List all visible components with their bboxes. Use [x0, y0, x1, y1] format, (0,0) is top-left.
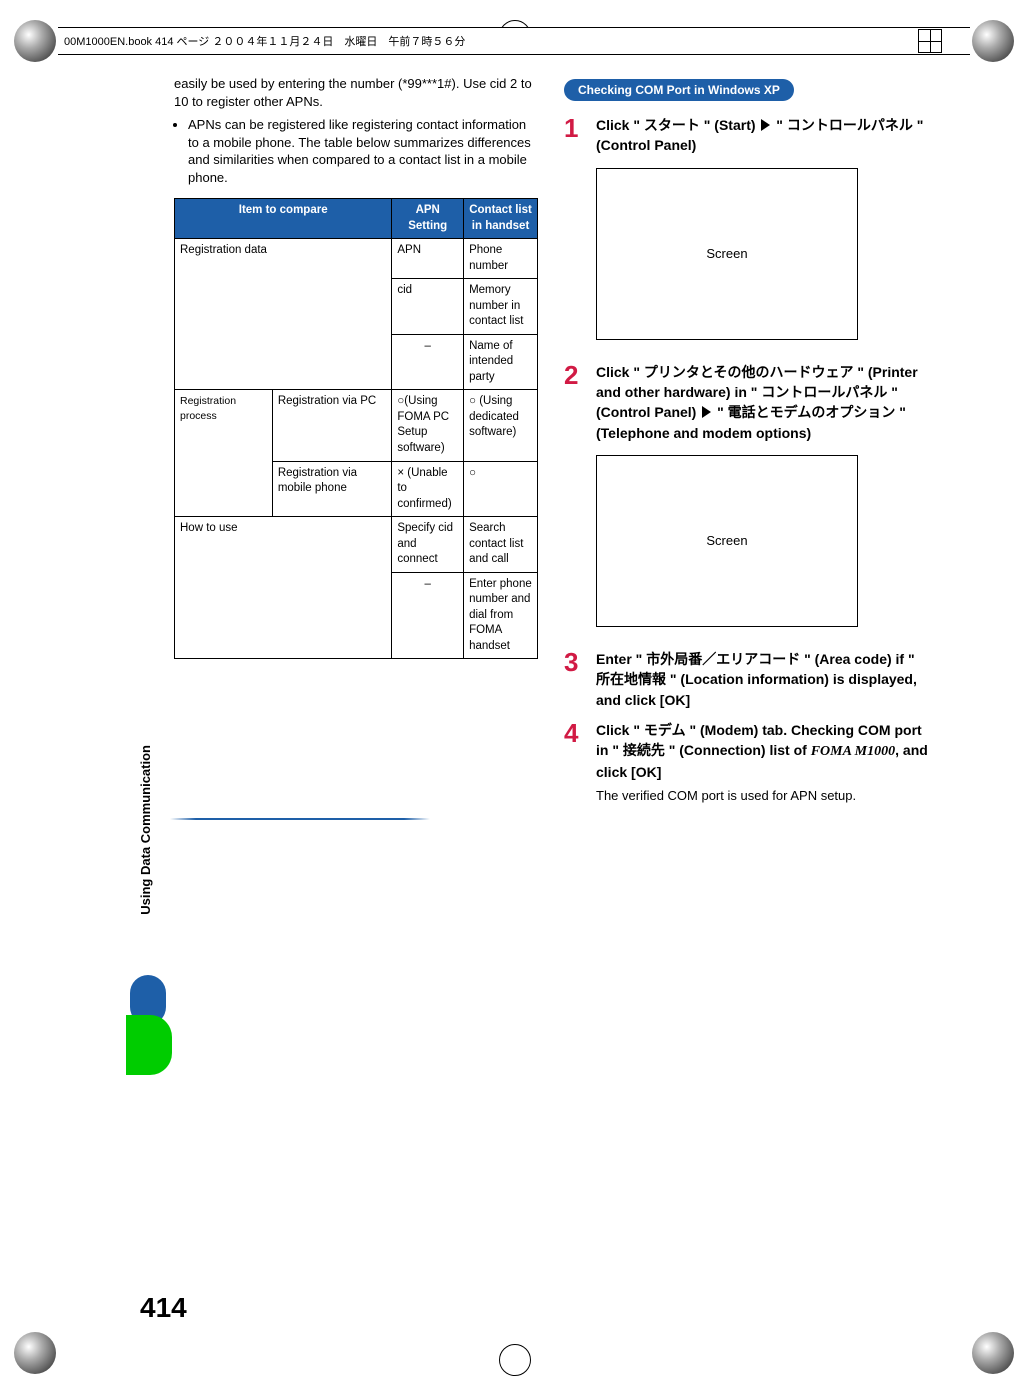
crop-ball-bottom-left	[14, 1332, 56, 1374]
page-number: 414	[140, 1292, 187, 1324]
intro-bullet: APNs can be registered like registering …	[188, 116, 538, 186]
td-r6-apn: –	[392, 572, 464, 659]
crop-ball-top-left	[14, 20, 56, 62]
step4-number: 4	[564, 720, 586, 804]
td-r3-contact: Name of intended party	[464, 334, 538, 390]
step3-text: Enter " 市外局番／エリアコード " (Area code) if " 所…	[596, 649, 928, 710]
td-r3-apn: –	[392, 334, 464, 390]
step4-foma: FOMA M1000	[811, 744, 895, 759]
step3-number: 3	[564, 649, 586, 710]
th-apn: APN Setting	[392, 199, 464, 239]
td-r1-apn: APN	[392, 239, 464, 279]
crop-ball-top-right	[972, 20, 1014, 62]
section-title: Checking COM Port in Windows XP	[564, 79, 794, 101]
td-r4a-sub: Registration via PC	[272, 390, 392, 461]
step4-note: The verified COM port is used for APN se…	[596, 787, 928, 805]
section-divider-line	[170, 818, 430, 820]
th-contact: Contact list in handset	[464, 199, 538, 239]
step4-text: Click " モデム " (Modem) tab. Checking COM …	[596, 720, 928, 783]
th-item: Item to compare	[175, 199, 392, 239]
screen-label-2: Screen	[706, 532, 747, 550]
header-register-mark	[918, 29, 942, 53]
side-pill-green	[126, 1015, 172, 1075]
td-r2-contact: Memory number in contact list	[464, 279, 538, 335]
step1-number: 1	[564, 115, 586, 156]
step2-text: Click " プリンタとその他のハードウェア " (Printer and o…	[596, 362, 928, 443]
header-text: 00M1000EN.book 414 ページ ２００４年１１月２４日 水曜日 午…	[64, 33, 465, 49]
screenshot-placeholder-1: Screen	[596, 168, 858, 340]
td-r4a-contact: ○ (Using dedicated software)	[464, 390, 538, 461]
td-r4b-sub: Registration via mobile phone	[272, 461, 392, 517]
side-section-label: Using Data Communication	[138, 745, 153, 915]
td-regdata: Registration data	[175, 239, 392, 390]
intro-paragraph: easily be used by entering the number (*…	[174, 75, 538, 110]
step1-pre: Click " スタート " (Start)	[596, 117, 759, 133]
page-content: easily be used by entering the number (*…	[100, 75, 928, 1334]
td-r2-apn: cid	[392, 279, 464, 335]
header-bar: 00M1000EN.book 414 ページ ２００４年１１月２４日 水曜日 午…	[58, 27, 970, 55]
arrow-icon	[702, 406, 711, 418]
arrow-icon	[761, 119, 770, 131]
crop-ball-bottom-right	[972, 1332, 1014, 1374]
screenshot-placeholder-2: Screen	[596, 455, 858, 627]
td-howtouse: How to use	[175, 517, 392, 659]
td-r5-contact: Search contact list and call	[464, 517, 538, 573]
side-label-text: Using Data Communication	[138, 745, 153, 915]
td-r4b-apn: × (Unable to confirmed)	[392, 461, 464, 517]
td-r5-apn: Specify cid and connect	[392, 517, 464, 573]
step2-number: 2	[564, 362, 586, 443]
td-r4b-contact: ○	[464, 461, 538, 517]
td-r1-contact: Phone number	[464, 239, 538, 279]
step1-text: Click " スタート " (Start) " コントロールパネル " (Co…	[596, 115, 928, 156]
td-r6-contact: Enter phone number and dial from FOMA ha…	[464, 572, 538, 659]
td-r4a-apn: ○(Using FOMA PC Setup software)	[392, 390, 464, 461]
comparison-table: Item to compare APN Setting Contact list…	[174, 198, 538, 659]
screen-label-1: Screen	[706, 245, 747, 263]
td-regprocess: Registration process	[175, 390, 273, 517]
